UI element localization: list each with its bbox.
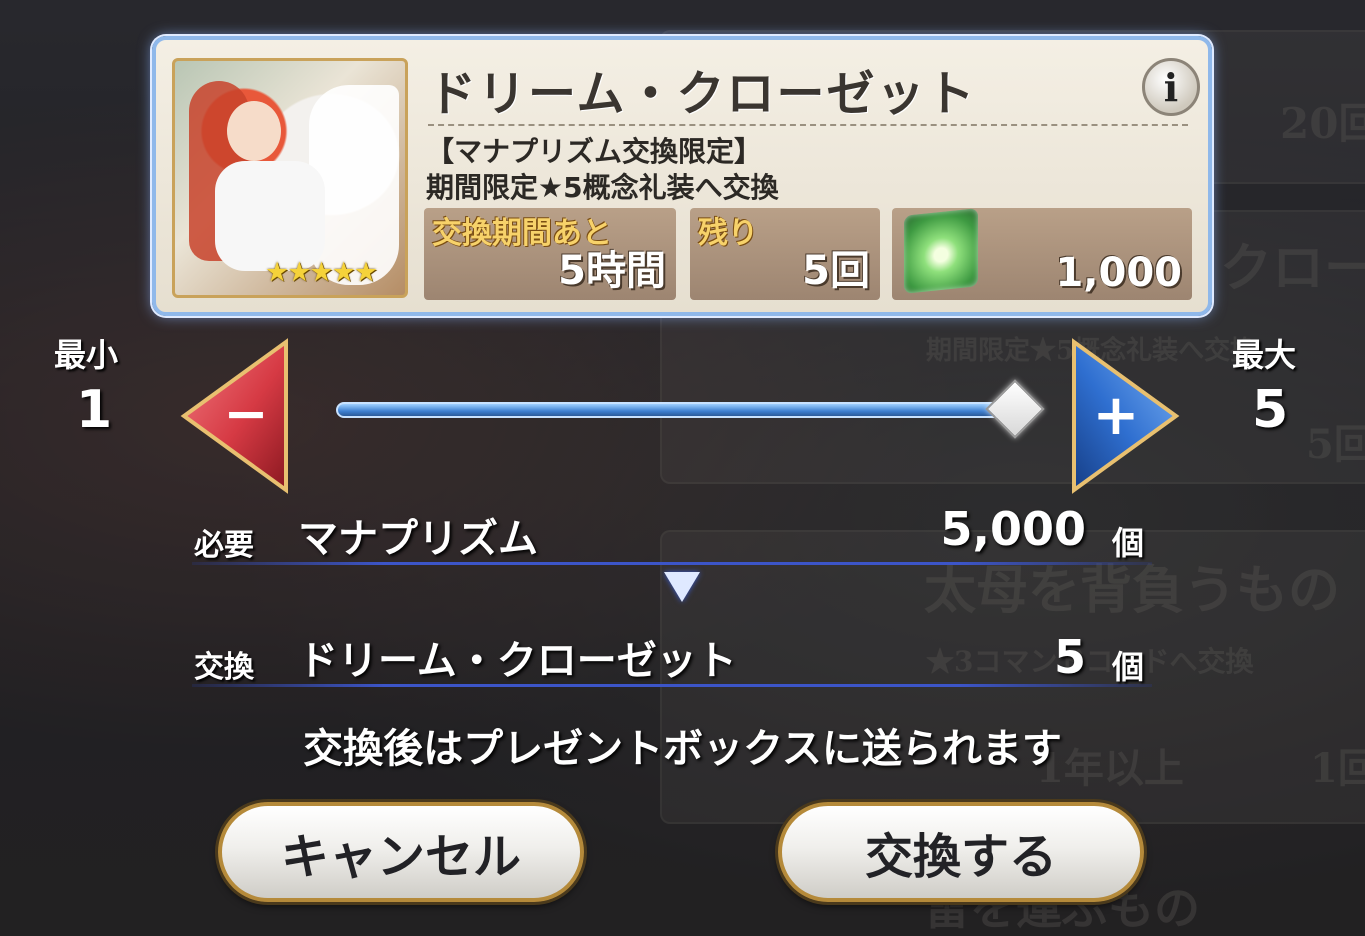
- plus-triangle-icon: +: [1072, 338, 1180, 494]
- down-arrow-icon: [664, 572, 700, 602]
- max-value: 5: [1252, 380, 1289, 440]
- required-key: 必要: [194, 528, 254, 563]
- min-value: 1: [76, 380, 113, 440]
- exchange-key: 交換: [194, 650, 254, 685]
- cost-box: 1,000: [892, 208, 1192, 300]
- required-row-underline: [192, 562, 1152, 565]
- item-description-line1: 【マナプリズム交換限定】: [426, 135, 763, 168]
- card-divider: [428, 124, 1188, 126]
- remaining-label: 残り: [698, 216, 758, 251]
- decrease-button[interactable]: −: [180, 338, 290, 494]
- mana-prism-icon: [904, 208, 978, 294]
- exchange-amount: 5: [1053, 630, 1086, 684]
- required-item-name: マナプリズム: [298, 516, 538, 562]
- rarity-stars: ★★★★★: [265, 257, 378, 288]
- exchange-period-value: 5時間: [558, 248, 666, 294]
- craft-essence-thumbnail: ★★★★★: [172, 58, 408, 298]
- item-card: ★★★★★ ドリーム・クローゼット i 【マナプリズム交換限定】 期間限定★5概…: [152, 36, 1212, 316]
- minus-triangle-icon: −: [180, 338, 288, 494]
- quantity-slider-track[interactable]: [336, 402, 1036, 418]
- exchange-unit: 個: [1112, 648, 1145, 686]
- info-icon[interactable]: i: [1142, 58, 1200, 116]
- max-label: 最大: [1232, 336, 1297, 374]
- exchange-period-box: 交換期間あと 5時間: [424, 208, 676, 300]
- exchange-dialog-screen: 20回 クロー 期間限定★5概念礼装へ交換 5回 太母を背負うもの ★3コマンド…: [0, 0, 1365, 936]
- exchange-item-name: ドリーム・クローゼット: [298, 638, 737, 684]
- remaining-value: 5回: [802, 248, 870, 294]
- remaining-box: 残り 5回: [690, 208, 880, 300]
- exchange-row-underline: [192, 684, 1152, 687]
- item-title: ドリーム・クローゼット: [428, 66, 977, 122]
- cost-value: 1,000: [1055, 250, 1182, 296]
- cancel-button[interactable]: キャンセル: [218, 802, 584, 902]
- minus-symbol: −: [223, 382, 268, 445]
- exchange-button[interactable]: 交換する: [778, 802, 1144, 902]
- increase-button[interactable]: +: [1070, 338, 1180, 494]
- item-description-line2: 期間限定★5概念礼装へ交換: [426, 171, 779, 204]
- plus-symbol: +: [1093, 383, 1140, 448]
- required-unit: 個: [1112, 524, 1145, 562]
- min-label: 最小: [54, 336, 119, 374]
- present-box-notice: 交換後はプレゼントボックスに送られます: [303, 726, 1062, 772]
- required-amount: 5,000: [940, 502, 1086, 556]
